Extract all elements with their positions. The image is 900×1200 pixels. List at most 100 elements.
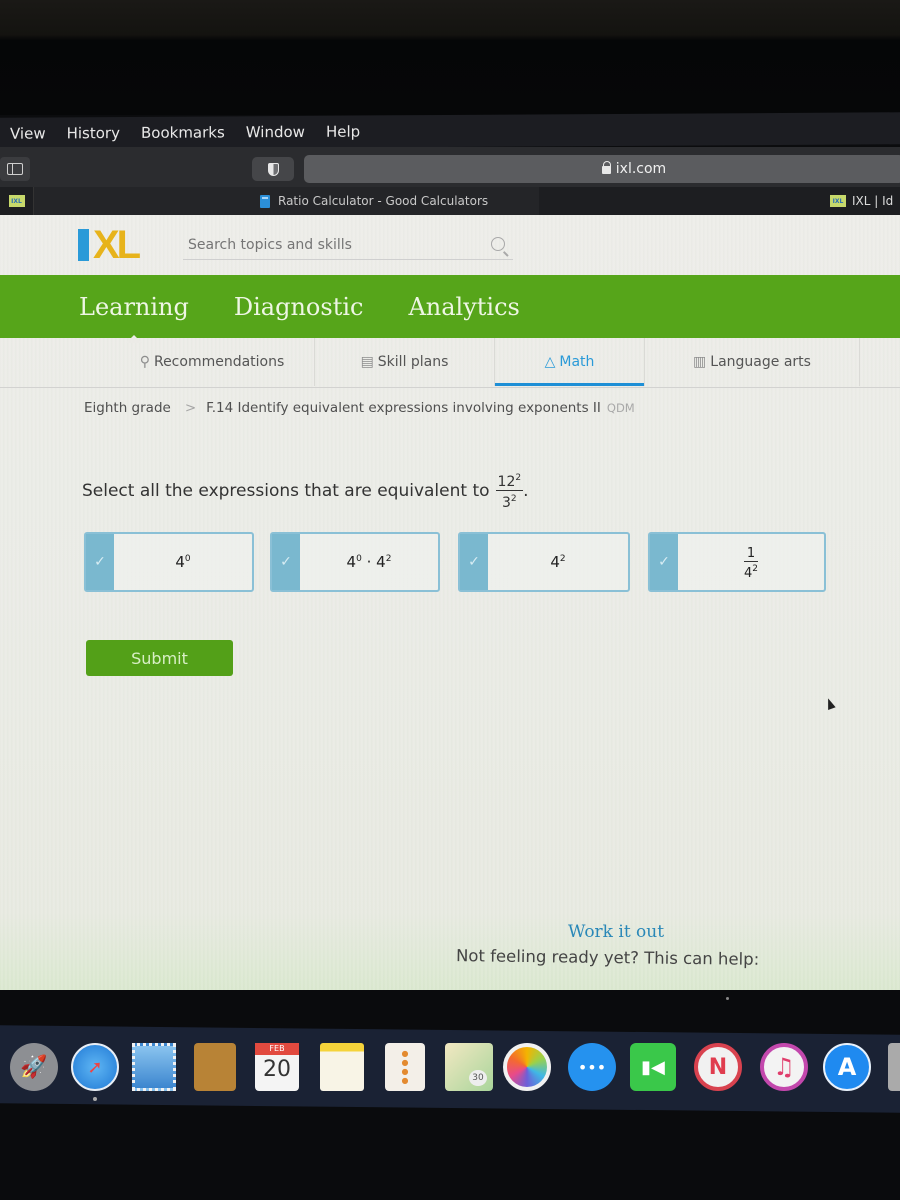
reminders-icon[interactable]: ● ● ● ● [385,1043,425,1091]
photos-icon[interactable] [503,1043,551,1091]
breadcrumb-skill: F.14 Identify equivalent expressions inv… [206,400,601,416]
tab-bar: IXL Ratio Calculator - Good Calculators … [0,187,900,215]
question-prompt: Select all the expressions that are equi… [82,470,529,511]
calendar-day: 20 [263,1057,291,1082]
calculator-favicon-icon [260,194,270,208]
recommendations-icon: ⚲ [139,354,150,370]
subtab-recommendations[interactable]: ⚲ Recommendations [110,338,315,386]
choice-expression: 1 42 [743,546,759,581]
tab-ixl[interactable]: IXL IXL | Id [830,187,893,215]
menu-view[interactable]: View [10,124,46,142]
url-text: ixl.com [615,161,667,177]
maps-badge: 30 [469,1070,487,1086]
nav-diagnostic[interactable]: Diagnostic [234,293,364,321]
math-pyramid-icon: △ [544,354,556,370]
question-period: . [523,480,529,501]
subtab-label: Recommendations [153,354,285,370]
shield-icon [267,162,279,176]
sidebar-toggle-button[interactable] [0,157,30,181]
subtab-language-arts[interactable]: ▥ Language arts [645,338,860,386]
checkmark-icon: ✓ [460,534,488,590]
menu-help[interactable]: Help [326,123,360,141]
book-icon: ▥ [693,354,707,370]
ixl-favicon-icon: IXL [8,195,25,207]
address-bar[interactable]: ixl.com [304,155,900,183]
menu-history[interactable]: History [67,124,120,142]
system-preferences-icon[interactable] [888,1043,900,1091]
subtab-label: Math [559,354,595,370]
skill-plans-icon: ▤ [360,354,374,370]
mail-icon[interactable] [132,1043,176,1091]
reminder-dots-icon: ● ● ● ● [401,1049,409,1085]
messages-icon[interactable]: ••• [568,1043,616,1091]
checkmark-icon: ✓ [650,534,678,590]
menu-bookmarks[interactable]: Bookmarks [141,123,225,142]
screen-dot [726,997,729,1000]
running-indicator [93,1097,97,1101]
logo-i-bar [78,229,89,261]
work-it-out-heading: Work it out [568,922,665,942]
browser-toolbar: ixl.com [0,147,900,187]
calendar-month: FEB [255,1043,299,1055]
privacy-report-button[interactable] [252,157,294,181]
ixl-page: XL Learning Diagnostic Analytics ⚲ Recom… [0,215,900,990]
lock-icon [601,161,612,174]
mouse-cursor-icon [824,696,836,711]
answer-choice-1[interactable]: ✓ 40 [84,532,254,592]
search-input[interactable] [188,236,468,253]
fraction-denominator: 32 [501,494,517,511]
sidebar-icon [7,163,23,175]
camera-icon: ▮◀ [641,1056,665,1078]
tab-ratio-calculator[interactable]: Ratio Calculator - Good Calculators [34,187,539,215]
pinned-tab-ixl[interactable]: IXL [0,187,34,215]
subtab-math[interactable]: △ Math [495,338,645,386]
music-note-icon: ♫ [773,1053,795,1081]
question-fraction: 122 32 [495,470,524,511]
help-prompt: Not feeling ready yet? This can help: [455,946,760,969]
mac-menu-bar: View History Bookmarks Window Help [0,112,900,150]
checkmark-icon: ✓ [272,534,300,590]
maps-icon[interactable]: 30 [445,1043,493,1091]
notes-icon[interactable] [320,1043,364,1091]
choice-expression: 40 · 42 [346,553,392,571]
app-store-icon[interactable]: A [823,1043,871,1091]
monitor-bezel [0,0,900,115]
music-icon[interactable]: ♫ [760,1043,808,1091]
logo-xl-text: XL [93,223,141,267]
app-store-a-icon: A [837,1053,857,1081]
ixl-favicon-icon: IXL [830,195,846,207]
search-icon[interactable] [491,237,505,251]
nav-analytics[interactable]: Analytics [408,293,519,321]
fraction-numerator: 122 [495,470,524,491]
answer-choice-3[interactable]: ✓ 42 [458,532,630,592]
search-box [183,230,513,260]
contacts-icon[interactable] [194,1043,236,1091]
answer-choice-4[interactable]: ✓ 1 42 [648,532,826,592]
question-text: Select all the expressions that are equi… [82,480,490,501]
nav-learning[interactable]: Learning [79,293,189,321]
calendar-icon[interactable]: FEB 20 [255,1043,299,1091]
tab-title: IXL | Id [852,194,894,208]
speech-bubble-icon: ••• [577,1057,607,1077]
main-nav: Learning Diagnostic Analytics [0,275,900,338]
news-n-icon: N [708,1054,728,1080]
breadcrumb: Eighth grade > F.14 Identify equivalent … [84,400,635,416]
answer-choice-2[interactable]: ✓ 40 · 42 [270,532,440,592]
submit-button[interactable]: Submit [86,640,233,676]
checkmark-icon: ✓ [86,534,114,590]
launchpad-icon[interactable]: 🚀 [10,1043,58,1091]
skill-code: QDM [606,401,635,415]
compass-needle-icon: ➚ [87,1056,103,1078]
ixl-logo[interactable]: XL [78,223,141,267]
choice-expression: 40 [175,553,191,571]
breadcrumb-grade[interactable]: Eighth grade [84,400,171,416]
tab-title: Ratio Calculator - Good Calculators [278,194,489,208]
news-icon[interactable]: N [694,1043,742,1091]
chevron-right-icon: > [184,400,197,416]
subtab-skill-plans[interactable]: ▤ Skill plans [315,338,495,386]
facetime-icon[interactable]: ▮◀ [630,1043,676,1091]
subtab-label: Skill plans [377,354,449,370]
menu-window[interactable]: Window [246,123,305,141]
safari-icon[interactable]: ➚ [71,1043,119,1091]
sub-nav: ⚲ Recommendations ▤ Skill plans △ Math ▥… [0,338,900,388]
